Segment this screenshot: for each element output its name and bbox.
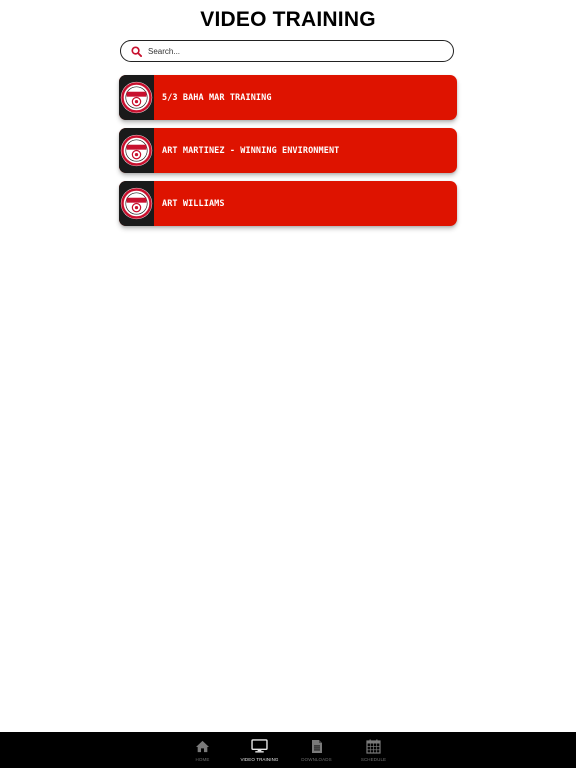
tab-label: HOME: [195, 757, 210, 762]
video-item-art-williams[interactable]: ART WILLIAMS: [119, 181, 457, 226]
monitor-icon: [251, 738, 268, 754]
video-thumbnail: [119, 181, 154, 226]
tab-bar: HOME VIDEO TRAINING DOWNLOADS SCHEDULE: [0, 732, 576, 768]
page-title: VIDEO TRAINING: [200, 8, 376, 31]
calendar-icon: [366, 738, 381, 754]
video-title: ART MARTINEZ - WINNING ENVIRONMENT: [162, 145, 340, 156]
video-list: 5/3 BAHA MAR TRAINING ART MARTINEZ - WIN…: [119, 75, 457, 234]
logo-badge-icon: [120, 81, 153, 114]
video-item-art-martinez[interactable]: ART MARTINEZ - WINNING ENVIRONMENT: [119, 128, 457, 173]
video-thumbnail: [119, 75, 154, 120]
tab-video-training[interactable]: VIDEO TRAINING: [231, 732, 288, 768]
tab-label: DOWNLOADS: [301, 757, 332, 762]
logo-badge-icon: [120, 187, 153, 220]
search-bar[interactable]: [120, 40, 454, 62]
tab-label: SCHEDULE: [360, 757, 387, 762]
search-icon: [125, 45, 147, 57]
tab-label: VIDEO TRAINING: [240, 757, 279, 762]
home-icon: [195, 738, 210, 754]
video-title: 5/3 BAHA MAR TRAINING: [162, 92, 272, 103]
tab-schedule[interactable]: SCHEDULE: [345, 732, 402, 768]
search-input[interactable]: [147, 42, 453, 60]
video-title: ART WILLIAMS: [162, 198, 225, 209]
video-item-baha-mar[interactable]: 5/3 BAHA MAR TRAINING: [119, 75, 457, 120]
tab-downloads[interactable]: DOWNLOADS: [288, 732, 345, 768]
video-thumbnail: [119, 128, 154, 173]
logo-badge-icon: [120, 134, 153, 167]
document-icon: [311, 738, 323, 754]
tab-home[interactable]: HOME: [174, 732, 231, 768]
